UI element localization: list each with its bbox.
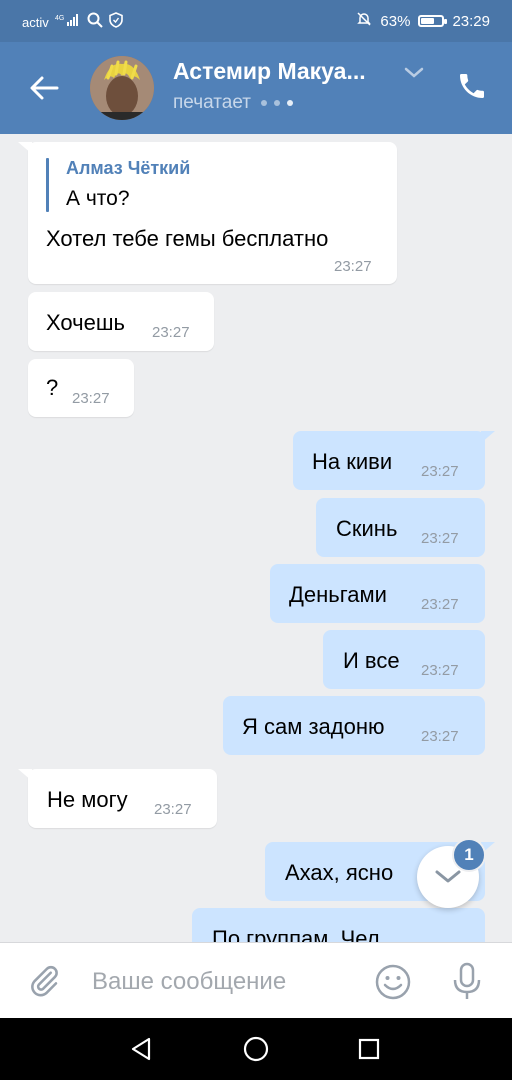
avatar[interactable] xyxy=(90,56,154,120)
message-bubble-outgoing[interactable]: Скинь 23:27 xyxy=(316,498,485,557)
message-text: Я сам задоню xyxy=(242,714,385,739)
emoji-icon xyxy=(375,964,411,1000)
message-time: 23:27 xyxy=(152,324,190,341)
message-bubble-incoming[interactable]: Хочешь 23:27 xyxy=(28,292,214,351)
message-bubble-incoming[interactable]: Алмаз Чёткий А что? Хотел тебе гемы бесп… xyxy=(18,142,397,284)
reply-quote-bar xyxy=(46,158,49,212)
attach-button[interactable] xyxy=(26,961,62,1006)
clock: 23:29 xyxy=(452,12,490,30)
signal-icon: 4G xyxy=(55,13,81,31)
reply-author[interactable]: Алмаз Чёткий xyxy=(66,158,190,179)
reply-text: А что? xyxy=(66,187,130,210)
microphone-icon xyxy=(453,962,481,999)
mute-icon xyxy=(356,11,372,31)
nav-back-button[interactable] xyxy=(126,1034,156,1064)
chat-header: Астемир Макуа... печатает xyxy=(0,42,512,134)
message-time: 23:27 xyxy=(421,662,459,679)
status-bar-left: activ 4G xyxy=(22,12,123,32)
message-text: Скинь xyxy=(336,516,398,541)
message-bubble-outgoing[interactable]: На киви 23:27 xyxy=(293,431,495,490)
chevron-down-icon[interactable] xyxy=(404,66,424,84)
back-button[interactable] xyxy=(24,68,64,108)
nav-recents-icon xyxy=(358,1038,380,1060)
chevron-down-icon xyxy=(435,870,461,883)
message-text: Не могу xyxy=(47,787,128,812)
message-bubble-outgoing[interactable]: И все 23:27 xyxy=(323,630,485,689)
message-bubble-outgoing[interactable]: Деньгами 23:27 xyxy=(270,564,485,623)
status-bar: activ 4G 63% 23:29 xyxy=(0,0,512,42)
message-time: 23:27 xyxy=(421,596,459,613)
paperclip-icon xyxy=(31,965,58,997)
shield-icon xyxy=(108,12,123,32)
chat-title[interactable]: Астемир Макуа... xyxy=(173,58,366,85)
message-time: 23:27 xyxy=(72,390,110,407)
carrier-label: activ xyxy=(22,14,49,30)
message-bubble-incoming[interactable]: Не могу 23:27 xyxy=(18,769,217,828)
message-text: Ахах, ясно xyxy=(285,860,394,885)
message-text: И все xyxy=(343,648,400,673)
message-input[interactable] xyxy=(90,963,354,1001)
message-text: Хочешь xyxy=(46,310,125,335)
message-time: 23:27 xyxy=(421,463,459,480)
unread-badge: 1 xyxy=(452,838,486,872)
battery-icon xyxy=(418,15,448,27)
typing-status: печатает xyxy=(173,92,293,114)
back-arrow-icon xyxy=(30,76,59,100)
nav-home-icon xyxy=(243,1036,269,1062)
phone-icon xyxy=(460,74,484,98)
voice-message-button[interactable] xyxy=(450,961,484,1006)
nav-recents-button[interactable] xyxy=(354,1034,384,1064)
message-time: 23:27 xyxy=(334,258,372,275)
battery-percent: 63% xyxy=(380,12,411,30)
message-time: 23:27 xyxy=(421,530,459,547)
typing-label: печатает xyxy=(173,92,251,113)
nav-back-icon xyxy=(131,1037,151,1061)
message-bubble-outgoing[interactable]: Я сам задоню 23:27 xyxy=(223,696,485,755)
message-time: 23:27 xyxy=(154,801,192,818)
network-type: 4G xyxy=(55,15,64,22)
system-nav-bar xyxy=(0,1018,512,1080)
message-time: 23:27 xyxy=(421,728,459,745)
nav-home-button[interactable] xyxy=(241,1034,271,1064)
typing-dots xyxy=(260,100,293,106)
message-text: ? xyxy=(46,375,59,400)
emoji-button[interactable] xyxy=(374,963,412,1006)
status-bar-right: 63% 23:29 xyxy=(356,11,490,31)
search-icon xyxy=(87,12,103,32)
message-text: Хотел тебе гемы бесплатно xyxy=(46,226,329,251)
message-composer xyxy=(0,942,512,1019)
message-text: На киви xyxy=(312,449,393,474)
call-button[interactable] xyxy=(456,70,492,106)
message-text: Деньгами xyxy=(289,582,387,607)
message-bubble-incoming[interactable]: ? 23:27 xyxy=(28,359,134,417)
